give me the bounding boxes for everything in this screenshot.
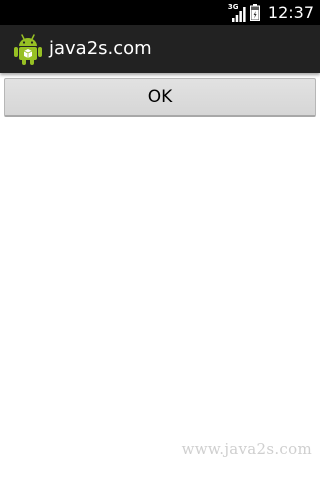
status-icons: 3G 12:37 (228, 0, 314, 25)
app-title: java2s.com (49, 38, 152, 59)
battery-icon (249, 4, 260, 21)
android-robot-icon[interactable] (13, 32, 43, 66)
watermark-text: www.java2s.com (181, 440, 312, 458)
action-bar: java2s.com (0, 25, 320, 73)
ok-button[interactable]: OK (4, 78, 316, 117)
status-bar: 3G 12:37 (0, 0, 320, 25)
3g-signal-icon: 3G (228, 3, 246, 22)
status-clock: 12:37 (267, 3, 314, 22)
